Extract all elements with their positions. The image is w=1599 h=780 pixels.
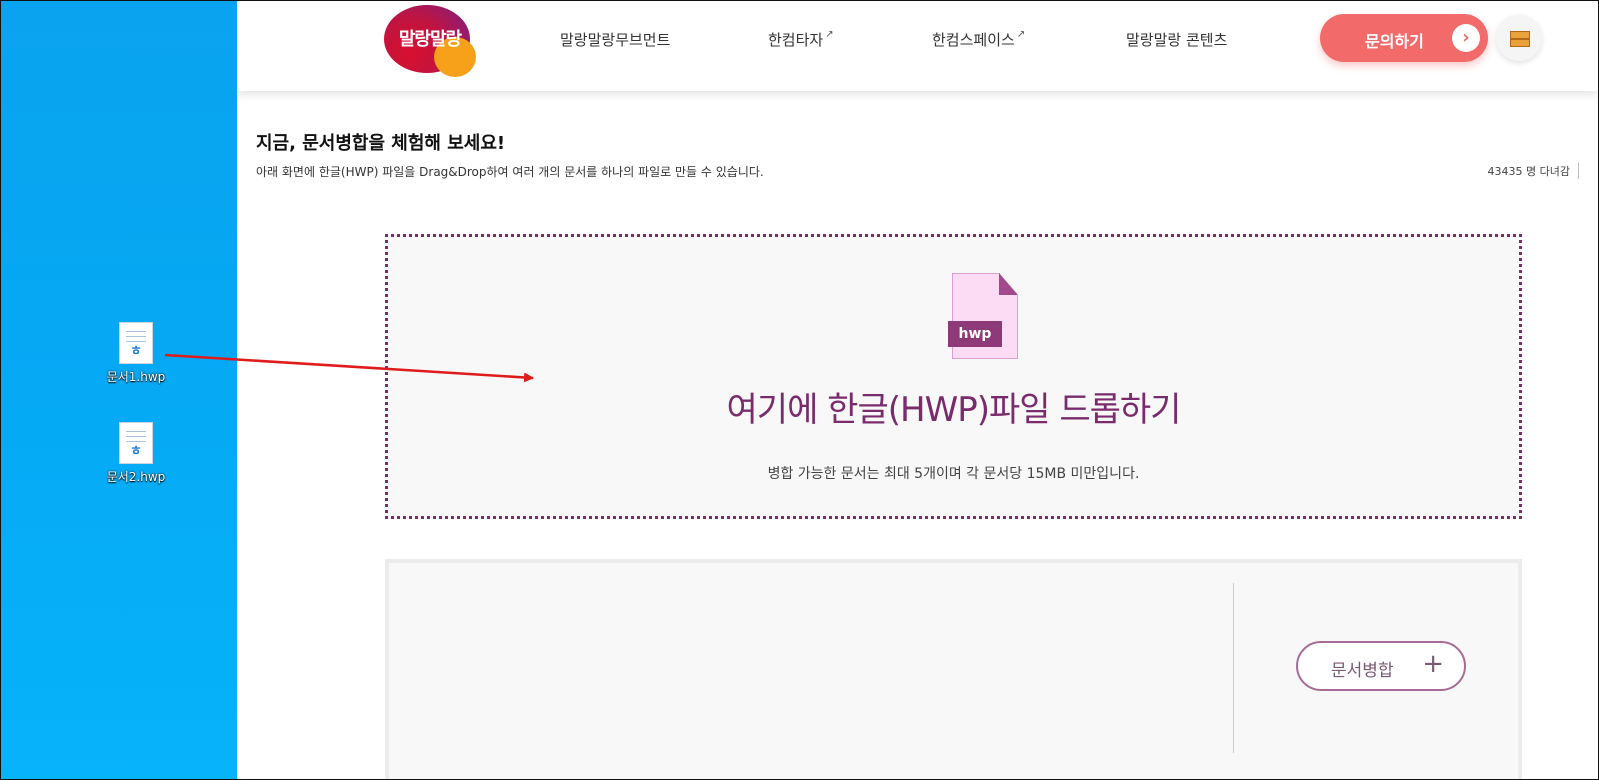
drop-zone-title: 여기에 한글(HWP)파일 드롭하기: [726, 390, 1182, 430]
web-page: 말랑말랑 말랑말랑무브먼트 한컴타자 ↗ 한컴스페이스 ↗ 말랑말랑 콘텐츠 문의하…: [237, 0, 1599, 780]
desktop-file-1[interactable]: ㅎ 문서1.hwp: [96, 322, 176, 385]
hwp-document-icon: hwp: [948, 273, 1018, 363]
chevron-right-icon: ›: [1452, 24, 1480, 52]
contact-button[interactable]: 문의하기 ›: [1320, 14, 1488, 62]
page-title: 지금, 문서병합을 체험해 보세요!: [256, 133, 506, 154]
file-type-tag: hwp: [948, 321, 1002, 347]
file-name-label: 문서2.hwp: [106, 470, 166, 484]
site-logo[interactable]: 말랑말랑: [384, 5, 478, 77]
file-name-label: 문서1.hwp: [106, 370, 166, 384]
plus-icon: +: [1422, 649, 1444, 679]
drop-zone-note: 병합 가능한 문서는 최대 5개이며 각 문서당 15MB 미만입니다.: [767, 466, 1140, 482]
nav-item-hancom-taja[interactable]: 한컴타자 ↗: [768, 29, 834, 50]
gift-box-icon[interactable]: [1496, 15, 1542, 61]
external-link-icon: ↗: [825, 29, 834, 40]
nav-item-hancom-space[interactable]: 한컴스페이스 ↗: [932, 29, 1025, 50]
site-header: 말랑말랑 말랑말랑무브먼트 한컴타자 ↗ 한컴스페이스 ↗ 말랑말랑 콘텐츠 문의하…: [237, 1, 1598, 91]
visitor-count: 43435 명 다녀감: [1488, 163, 1579, 179]
hwp-file-icon: ㅎ: [119, 322, 153, 364]
merge-panel: 문서병합 +: [385, 559, 1522, 779]
logo-text: 말랑말랑: [398, 29, 462, 50]
desktop-background: ㅎ 문서1.hwp ㅎ 문서2.hwp: [0, 0, 237, 780]
desktop-file-2[interactable]: ㅎ 문서2.hwp: [96, 422, 176, 485]
nav-item-movement[interactable]: 말랑말랑무브먼트: [560, 29, 670, 50]
file-drop-zone[interactable]: hwp 여기에 한글(HWP)파일 드롭하기 병합 가능한 문서는 최대 5개이…: [385, 234, 1522, 519]
external-link-icon: ↗: [1016, 29, 1026, 40]
hwp-file-icon: ㅎ: [119, 422, 153, 464]
page-subtitle: 아래 화면에 한글(HWP) 파일을 Drag&Drop하여 여러 개의 문서를…: [256, 165, 764, 179]
panel-divider: [1233, 583, 1234, 753]
nav-item-contents[interactable]: 말랑말랑 콘텐츠: [1126, 29, 1227, 50]
merge-documents-button[interactable]: 문서병합 +: [1296, 641, 1466, 691]
